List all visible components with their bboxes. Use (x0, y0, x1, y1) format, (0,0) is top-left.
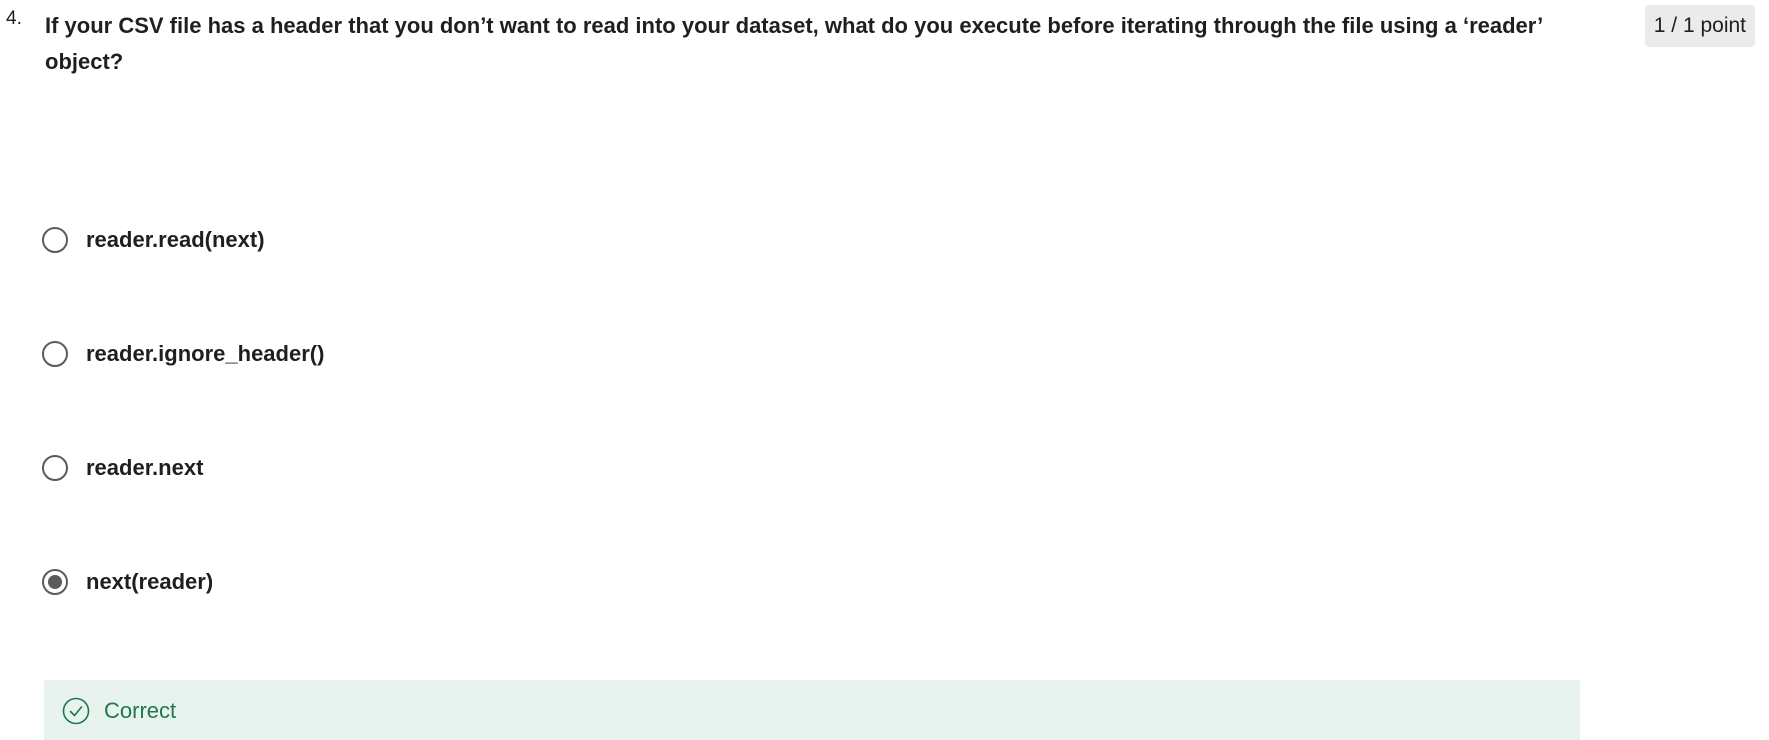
radio-button[interactable] (42, 227, 68, 253)
feedback-status: Correct (104, 698, 177, 723)
question-number: 4. (6, 8, 22, 29)
radio-selected-dot (48, 575, 62, 589)
radio-button[interactable] (42, 455, 68, 481)
answer-options: reader.read(next) reader.ignore_header()… (42, 216, 324, 672)
option-label: reader.read(next) (86, 227, 265, 252)
option-label: reader.ignore_header() (86, 341, 325, 366)
check-circle-icon (62, 697, 90, 725)
points-badge: 1 / 1 point (1644, 5, 1755, 47)
option-label: next(reader) (86, 569, 214, 594)
option-reader-ignore-header[interactable]: reader.ignore_header() (42, 330, 324, 378)
radio-button-selected[interactable] (42, 569, 68, 595)
option-reader-next[interactable]: reader.next (42, 444, 324, 492)
option-next-reader[interactable]: next(reader) (42, 558, 324, 606)
radio-button[interactable] (42, 341, 68, 367)
option-reader-read-next[interactable]: reader.read(next) (42, 216, 324, 264)
quiz-question: 4. If your CSV file has a header that yo… (0, 0, 1769, 740)
option-label: reader.next (86, 455, 204, 480)
feedback-banner: Correct (44, 680, 1580, 740)
question-text: If your CSV file has a header that you d… (45, 13, 1543, 74)
